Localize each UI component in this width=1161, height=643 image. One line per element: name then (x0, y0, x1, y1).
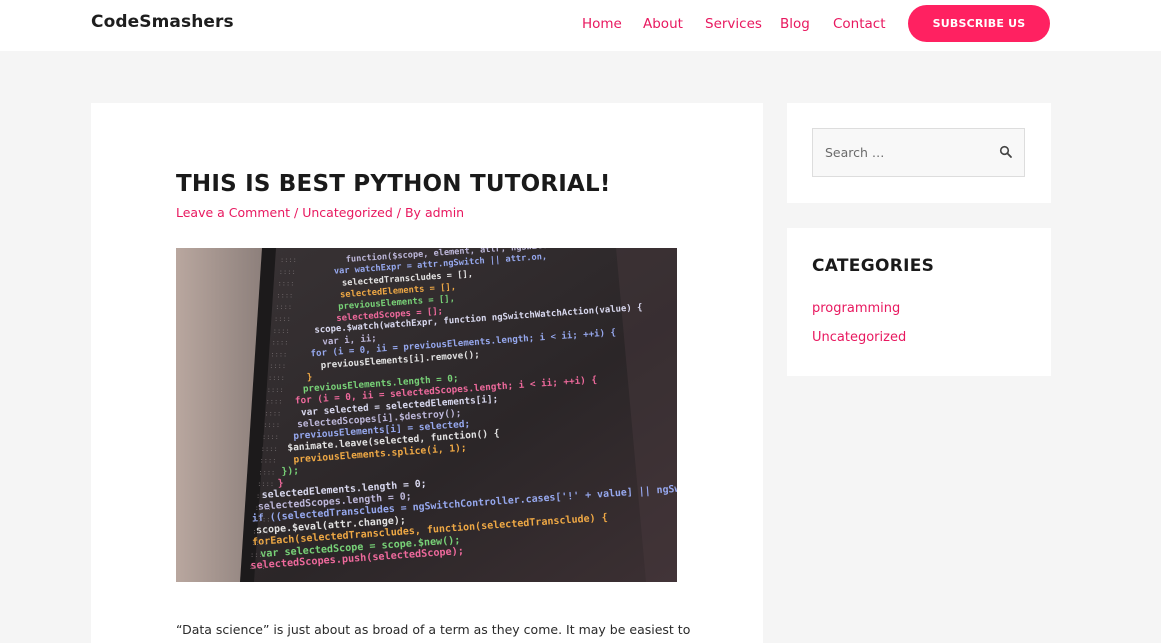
nav-blog[interactable]: Blog (780, 16, 810, 32)
line-number: :::: (263, 421, 280, 429)
code-line: } (306, 372, 312, 383)
code-line: }); (281, 465, 299, 477)
search-icon[interactable] (999, 145, 1013, 159)
line-number: :::: (269, 362, 286, 370)
line-number: :::: (274, 315, 291, 323)
featured-image: function($scope, element, attr, ngSwitch… (176, 248, 677, 582)
category-link[interactable]: Uncategorized (302, 205, 393, 220)
categories-widget: CATEGORIES programming Uncategorized (787, 228, 1051, 376)
line-number: :::: (256, 492, 273, 500)
nav-services[interactable]: Services (705, 16, 762, 32)
category-uncategorized[interactable]: Uncategorized (812, 330, 906, 345)
code-screen-image: function($scope, element, attr, ngSwitch… (176, 248, 677, 582)
site-header: CodeSmashers Home About Services Blog Co… (0, 0, 1161, 51)
search-form: Search … (812, 128, 1025, 177)
line-number: :::: (273, 327, 290, 335)
author-link[interactable]: admin (425, 205, 464, 220)
search-input[interactable]: Search … (825, 145, 884, 160)
line-number: :::: (251, 539, 268, 547)
line-number: :::: (264, 409, 281, 417)
line-number: :::: (280, 256, 297, 264)
line-number: :::: (252, 527, 269, 535)
category-programming[interactable]: programming (812, 301, 900, 316)
meta-separator: / (396, 205, 405, 220)
meta-separator: / (294, 205, 303, 220)
line-number: :::: (276, 291, 293, 299)
categories-title: CATEGORIES (812, 256, 935, 276)
comments-link[interactable]: Leave a Comment (176, 205, 290, 220)
post-card: THIS IS BEST PYTHON TUTORIAL! Leave a Co… (91, 103, 763, 643)
post-excerpt: “Data science” is just about as broad of… (176, 621, 691, 637)
line-number: :::: (270, 350, 287, 358)
search-widget: Search … (787, 103, 1051, 203)
line-number: :::: (278, 280, 295, 288)
line-number: :::: (268, 374, 285, 382)
line-number: :::: (260, 457, 277, 465)
line-number: :::: (250, 551, 267, 559)
nav-contact[interactable]: Contact (833, 16, 886, 32)
line-number: :::: (255, 504, 272, 512)
line-number: :::: (267, 386, 284, 394)
nav-about[interactable]: About (643, 16, 683, 32)
line-number: :::: (275, 303, 292, 311)
post-title[interactable]: THIS IS BEST PYTHON TUTORIAL! (176, 171, 611, 197)
line-number: :::: (266, 398, 283, 406)
nav-home[interactable]: Home (582, 16, 622, 32)
post-meta: Leave a Comment / Uncategorized / By adm… (176, 205, 464, 220)
line-number: :::: (254, 516, 271, 524)
line-number: :::: (249, 563, 266, 571)
line-number: :::: (261, 445, 278, 453)
line-number: :::: (257, 480, 274, 488)
byline-label: By (404, 205, 421, 220)
code-line: } (277, 478, 284, 489)
line-number: :::: (279, 268, 296, 276)
line-number: :::: (262, 433, 279, 441)
subscribe-button[interactable]: SUBSCRIBE US (908, 5, 1050, 42)
line-number: :::: (272, 339, 289, 347)
line-number: :::: (258, 468, 275, 476)
